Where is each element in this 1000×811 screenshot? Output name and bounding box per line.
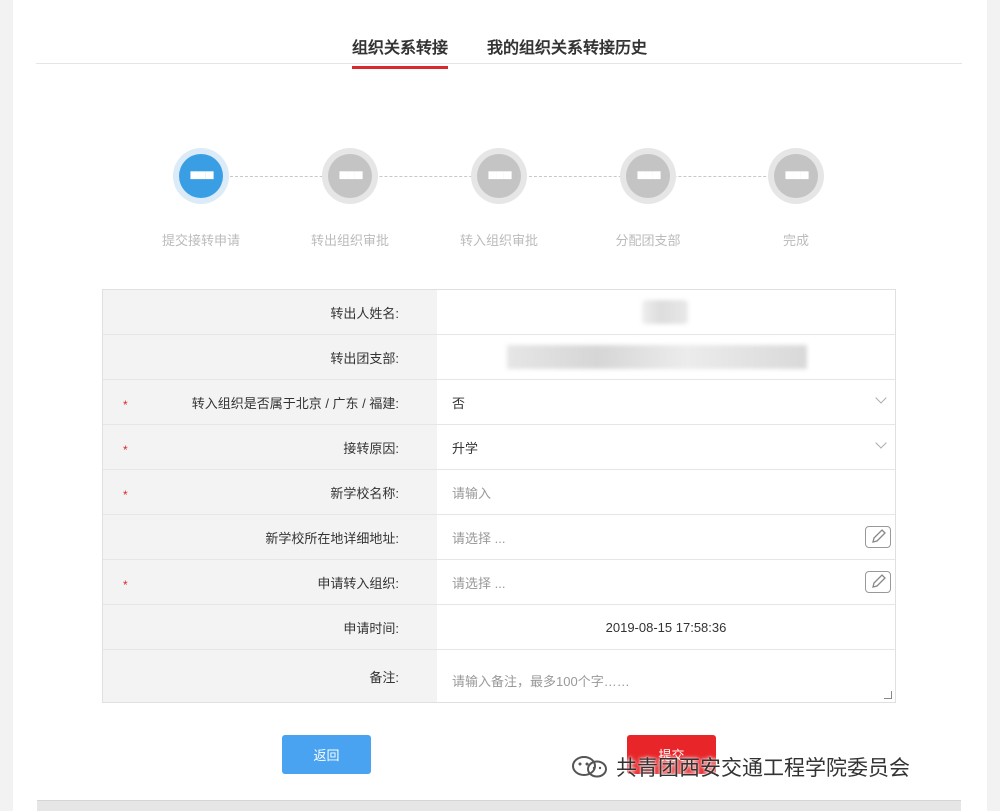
required-mark: * — [123, 488, 128, 502]
tab-bar: 组织关系转接 我的组织关系转接历史 — [36, 0, 962, 69]
region-select[interactable]: 否 — [437, 380, 895, 424]
step-assign-branch: ■■■ 分配团支部 — [588, 148, 708, 249]
step-out-approval: ■■■ 转出组织审批 — [290, 148, 410, 249]
required-mark: * — [123, 578, 128, 592]
reason-select[interactable]: 升学 — [437, 425, 895, 469]
form-row-org: * 申请转入组织: 请选择 ... — [103, 560, 895, 605]
school-label: 新学校名称: — [330, 485, 399, 501]
time-value: 2019-08-15 17:58:36 — [605, 619, 727, 635]
reason-label: 接转原因: — [343, 440, 399, 456]
branch-label: 转出团支部: — [103, 335, 437, 379]
note-textarea[interactable]: 请输入备注，最多100个字…… — [437, 650, 895, 702]
form-row-branch: 转出团支部: — [103, 335, 895, 380]
edit-icon[interactable] — [865, 571, 891, 593]
tab-transfer-history[interactable]: 我的组织关系转接历史 — [487, 34, 647, 58]
address-placeholder: 请选择 ... — [452, 530, 506, 546]
dots-icon: ■■■ — [626, 154, 670, 198]
org-placeholder: 请选择 ... — [452, 575, 506, 591]
org-picker[interactable]: 请选择 ... — [437, 560, 895, 604]
form-row-school: * 新学校名称: 请输入 — [103, 470, 895, 515]
dots-icon: ■■■ — [328, 154, 372, 198]
form-row-time: 申请时间: 2019-08-15 17:58:36 — [103, 605, 895, 650]
back-button[interactable]: 返回 — [282, 735, 371, 774]
address-picker[interactable]: 请选择 ... — [437, 515, 895, 559]
form-row-note: 备注: 请输入备注，最多100个字…… — [103, 650, 895, 702]
org-label: 申请转入组织: — [317, 575, 399, 591]
time-label: 申请时间: — [103, 605, 437, 649]
bottom-scroll-area — [37, 800, 961, 811]
chevron-down-icon — [875, 437, 887, 449]
watermark-text: 共青团西安交通工程学院委员会 — [616, 757, 910, 780]
name-value — [437, 290, 895, 334]
wechat-icon — [570, 754, 610, 780]
resize-handle-icon[interactable] — [884, 691, 892, 699]
required-mark: * — [123, 398, 128, 412]
dots-icon: ■■■ — [179, 154, 223, 198]
step-label: 转入组织审批 — [459, 233, 538, 248]
progress-steps: ■■■ 提交接转申请 ■■■ 转出组织审批 ■■■ 转入组织审批 ■■■ 分配团… — [13, 148, 987, 258]
form-row-name: 转出人姓名: — [103, 290, 895, 335]
form-row-region: * 转入组织是否属于北京 / 广东 / 福建: 否 — [103, 380, 895, 425]
dots-icon: ■■■ — [774, 154, 818, 198]
step-submit: ■■■ 提交接转申请 — [141, 148, 261, 249]
step-label: 转出组织审批 — [310, 233, 389, 248]
form-row-reason: * 接转原因: 升学 — [103, 425, 895, 470]
step-label: 完成 — [782, 233, 809, 248]
note-placeholder: 请输入备注，最多100个字…… — [452, 673, 630, 689]
redacted-block — [507, 345, 807, 369]
transfer-form: 转出人姓名: 转出团支部: * 转入组织是否属于北京 / 广东 / 福建: 否 *… — [102, 289, 896, 703]
step-in-approval: ■■■ 转入组织审批 — [439, 148, 559, 249]
branch-value — [437, 335, 895, 379]
reason-value: 升学 — [452, 440, 479, 456]
form-row-address: 新学校所在地详细地址: 请选择 ... — [103, 515, 895, 560]
chevron-down-icon — [875, 392, 887, 404]
note-label: 备注: — [103, 650, 437, 702]
address-label: 新学校所在地详细地址: — [103, 515, 437, 559]
required-mark: * — [123, 443, 128, 457]
edit-icon[interactable] — [865, 526, 891, 548]
step-complete: ■■■ 完成 — [736, 148, 856, 249]
redacted-block — [642, 300, 688, 324]
region-value: 否 — [452, 395, 466, 411]
watermark: 共青团西安交通工程学院委员会 — [570, 752, 910, 782]
main-panel: 组织关系转接 我的组织关系转接历史 ■■■ 提交接转申请 ■■■ 转出组织审批 … — [13, 0, 987, 811]
tab-transfer[interactable]: 组织关系转接 — [352, 34, 449, 69]
step-label: 提交接转申请 — [161, 233, 240, 248]
dots-icon: ■■■ — [477, 154, 521, 198]
school-input[interactable]: 请输入 — [437, 470, 895, 514]
region-label: 转入组织是否属于北京 / 广东 / 福建: — [191, 395, 399, 411]
name-label: 转出人姓名: — [103, 290, 437, 334]
step-label: 分配团支部 — [615, 233, 681, 248]
